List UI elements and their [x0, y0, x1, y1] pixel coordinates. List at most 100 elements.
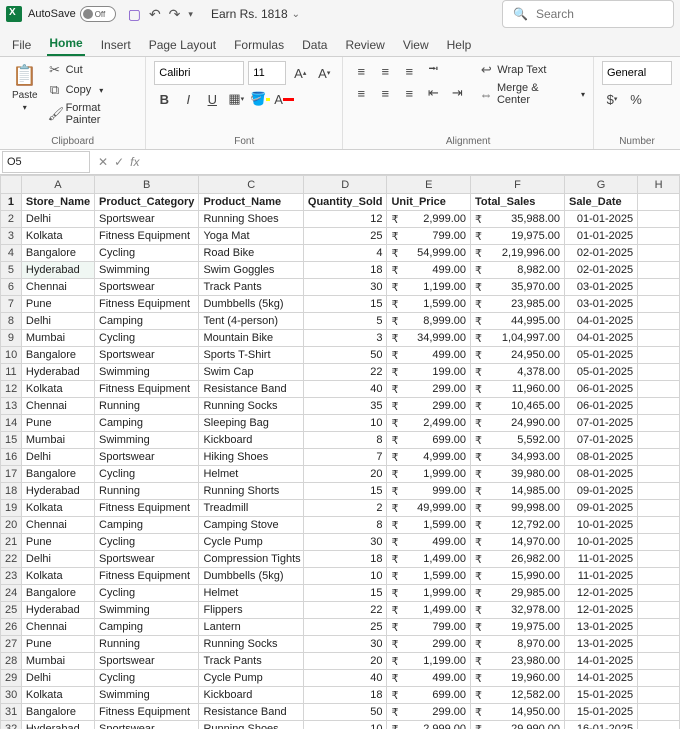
cell[interactable]: Kolkata [21, 500, 94, 517]
cell[interactable]: Sportswear [95, 721, 199, 729]
cell[interactable]: ₹34,993.00 [471, 449, 565, 466]
row-header[interactable]: 2 [1, 211, 22, 228]
cell[interactable]: Hyderabad [21, 262, 94, 279]
cell[interactable]: 25 [303, 619, 387, 636]
row-header[interactable]: 25 [1, 602, 22, 619]
row-header[interactable]: 15 [1, 432, 22, 449]
col-header-G[interactable]: G [565, 176, 638, 194]
cell[interactable]: Mountain Bike [199, 330, 303, 347]
cell[interactable]: Dumbbells (5kg) [199, 568, 303, 585]
cell[interactable]: ₹4,378.00 [471, 364, 565, 381]
cell[interactable]: ₹299.00 [387, 398, 471, 415]
cell[interactable]: 15 [303, 483, 387, 500]
cell[interactable]: Cycle Pump [199, 534, 303, 551]
search-input[interactable] [534, 6, 638, 22]
cell[interactable]: ₹15,990.00 [471, 568, 565, 585]
cell[interactable]: ₹99,998.00 [471, 500, 565, 517]
cell[interactable]: Cycling [95, 330, 199, 347]
cell[interactable]: Delhi [21, 211, 94, 228]
cell[interactable]: Running [95, 636, 199, 653]
cell[interactable]: Mumbai [21, 330, 94, 347]
tab-file[interactable]: File [10, 34, 33, 56]
cell[interactable]: 14-01-2025 [565, 670, 638, 687]
cell[interactable]: Sportswear [95, 211, 199, 228]
row-header[interactable]: 3 [1, 228, 22, 245]
cell[interactable]: ₹35,988.00 [471, 211, 565, 228]
cell[interactable]: 07-01-2025 [565, 432, 638, 449]
cell[interactable]: Cycling [95, 534, 199, 551]
cell[interactable]: Helmet [199, 585, 303, 602]
cell[interactable] [638, 364, 680, 381]
cell[interactable]: 02-01-2025 [565, 245, 638, 262]
number-format-select[interactable] [602, 61, 672, 85]
cell[interactable]: Swimming [95, 687, 199, 704]
cell[interactable]: ₹34,999.00 [387, 330, 471, 347]
italic-button[interactable]: I [178, 89, 198, 109]
cell[interactable]: ₹1,199.00 [387, 279, 471, 296]
cell[interactable]: 01-01-2025 [565, 211, 638, 228]
cell[interactable]: 08-01-2025 [565, 466, 638, 483]
formula-input[interactable] [145, 152, 680, 172]
cell[interactable]: Swimming [95, 602, 199, 619]
cell[interactable]: 09-01-2025 [565, 483, 638, 500]
row-header[interactable]: 9 [1, 330, 22, 347]
cell[interactable]: Fitness Equipment [95, 228, 199, 245]
cell[interactable]: 3 [303, 330, 387, 347]
cell[interactable]: ₹2,999.00 [387, 721, 471, 729]
cell[interactable]: ₹54,999.00 [387, 245, 471, 262]
row-header[interactable]: 7 [1, 296, 22, 313]
col-header-B[interactable]: B [95, 176, 199, 194]
header-cell[interactable]: Quantity_Sold [303, 194, 387, 211]
cell[interactable]: Swimming [95, 364, 199, 381]
cell[interactable] [638, 636, 680, 653]
cell[interactable]: Fitness Equipment [95, 500, 199, 517]
cell[interactable]: ₹8,982.00 [471, 262, 565, 279]
tab-formulas[interactable]: Formulas [232, 34, 286, 56]
cell[interactable]: Chennai [21, 619, 94, 636]
cell[interactable]: Pune [21, 415, 94, 432]
cell[interactable]: Chennai [21, 279, 94, 296]
cell[interactable]: 15-01-2025 [565, 687, 638, 704]
row-header[interactable]: 16 [1, 449, 22, 466]
row-header[interactable]: 30 [1, 687, 22, 704]
row-header[interactable]: 17 [1, 466, 22, 483]
row-header[interactable]: 19 [1, 500, 22, 517]
cell[interactable] [638, 500, 680, 517]
cell[interactable]: ₹29,990.00 [471, 721, 565, 729]
cell[interactable] [638, 347, 680, 364]
bold-button[interactable]: B [154, 89, 174, 109]
cell[interactable]: 12-01-2025 [565, 585, 638, 602]
cell[interactable]: Compression Tights [199, 551, 303, 568]
cell[interactable]: Kickboard [199, 687, 303, 704]
cell[interactable]: ₹2,19,996.00 [471, 245, 565, 262]
cell[interactable]: 03-01-2025 [565, 296, 638, 313]
cell[interactable]: ₹1,599.00 [387, 296, 471, 313]
cell[interactable]: ₹12,792.00 [471, 517, 565, 534]
row-header[interactable]: 5 [1, 262, 22, 279]
cell[interactable]: Running [95, 483, 199, 500]
format-painter-button[interactable]: 🖌Format Painter [48, 101, 138, 127]
cell[interactable] [638, 398, 680, 415]
cell[interactable]: 2 [303, 500, 387, 517]
cancel-formula-icon[interactable]: ✕ [98, 155, 108, 169]
cell[interactable]: 13-01-2025 [565, 619, 638, 636]
row-header[interactable]: 22 [1, 551, 22, 568]
cell[interactable]: Bangalore [21, 704, 94, 721]
orientation-icon[interactable]: ⭲ [423, 61, 443, 81]
cell[interactable]: Hyderabad [21, 602, 94, 619]
name-box[interactable]: O5 [2, 151, 90, 173]
fx-icon[interactable]: fx [130, 155, 139, 169]
cell[interactable] [638, 432, 680, 449]
cell[interactable]: Track Pants [199, 279, 303, 296]
cell[interactable] [638, 313, 680, 330]
col-header-F[interactable]: F [471, 176, 565, 194]
row-header[interactable]: 12 [1, 381, 22, 398]
cell[interactable]: 13-01-2025 [565, 636, 638, 653]
cell[interactable]: 09-01-2025 [565, 500, 638, 517]
row-header[interactable]: 13 [1, 398, 22, 415]
cell[interactable]: Fitness Equipment [95, 381, 199, 398]
cell[interactable]: Chennai [21, 517, 94, 534]
tab-insert[interactable]: Insert [99, 34, 133, 56]
cell[interactable]: Sportswear [95, 347, 199, 364]
align-top-icon[interactable]: ≡ [351, 61, 371, 81]
